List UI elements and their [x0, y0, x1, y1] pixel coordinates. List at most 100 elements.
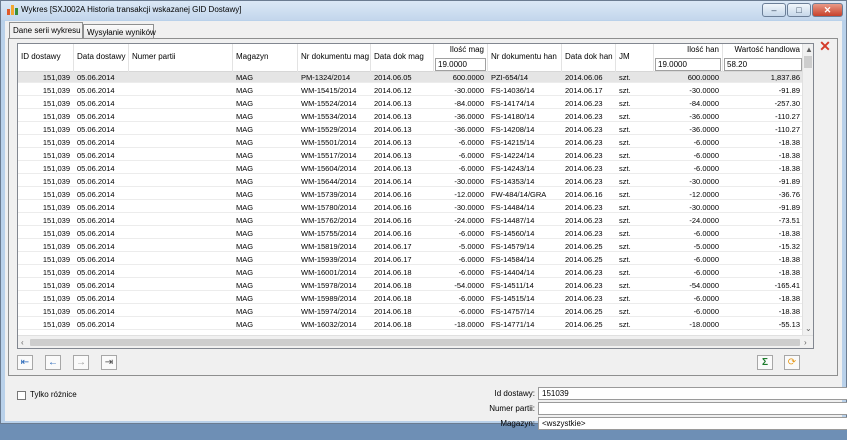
only-differences-checkbox[interactable]	[17, 391, 26, 400]
data-grid[interactable]: ID dostawy Data dostawy Numer partii Magazy…	[17, 43, 814, 349]
tab-send-results[interactable]: Wysyłanie wyników	[83, 24, 156, 39]
cell-mag-doc-date: 2014.06.17	[374, 242, 412, 251]
column-label: Ilość mag	[449, 45, 484, 54]
column-header-mag-quantity[interactable]: Ilość mag 19.0000	[434, 44, 488, 72]
table-row[interactable]: 151,039 05.06.2014 MAG WM-15780/2014 2014.06…	[18, 202, 813, 213]
table-row[interactable]: 151,039 05.06.2014 MAG PM-1324/2014 2014.06.…	[18, 72, 813, 83]
next-icon[interactable]: →	[73, 355, 89, 370]
scroll-up-icon[interactable]: ▲	[805, 44, 813, 55]
table-row[interactable]: 151,039 05.06.2014 MAG WM-15501/2014 2014.06…	[18, 137, 813, 148]
cell-trade-value: -91.89	[778, 86, 800, 95]
horizontal-scrollbar[interactable]: ‹ ›	[18, 335, 813, 348]
title-bar: Wykres [SXJ002A Historia transakcji wska…	[1, 1, 846, 20]
table-row[interactable]: 151,039 05.06.2014 MAG WM-15517/2014 2014.06…	[18, 150, 813, 161]
cell-mag-doc-date: 2014.06.16	[374, 216, 412, 225]
column-header-han-quantity[interactable]: Ilość han 19.0000	[654, 44, 723, 72]
horizontal-scroll-thumb[interactable]	[30, 339, 800, 346]
tab-series-data[interactable]: Dane serii wykresu	[9, 22, 83, 39]
sum-icon[interactable]: Σ	[757, 355, 773, 370]
cell-mag-quantity: -30.0000	[454, 203, 484, 212]
column-header-han-doc-number[interactable]: Nr dokumentu han	[488, 44, 562, 72]
table-row[interactable]: 151,039 05.06.2014 MAG WM-15819/2014 2014.06…	[18, 241, 813, 252]
table-row[interactable]: 151,039 05.06.2014 MAG WM-15978/2014 2014.06…	[18, 280, 813, 291]
column-label: Nr dokumentu mag	[301, 52, 370, 61]
delivery-id-label: Id dostawy:	[494, 389, 535, 398]
table-row[interactable]: 151,039 05.06.2014 MAG WM-15529/2014 2014.06…	[18, 124, 813, 135]
vertical-scroll-thumb[interactable]	[804, 56, 812, 68]
table-row[interactable]: 151,039 05.06.2014 MAG WM-15755/2014 2014.06…	[18, 228, 813, 239]
scroll-down-icon[interactable]: ⌄	[805, 323, 812, 334]
last-icon[interactable]: ⇥	[101, 355, 117, 370]
cell-warehouse: MAG	[236, 255, 254, 264]
table-row[interactable]: 151,039 05.06.2014 MAG WM-15534/2014 2014.06…	[18, 111, 813, 122]
table-row[interactable]: 151,039 05.06.2014 MAG WM-15604/2014 2014.06…	[18, 163, 813, 174]
table-row[interactable]: 151,039 05.06.2014 MAG WM-15739/2014 2014.06…	[18, 189, 813, 200]
chart-icon	[7, 5, 18, 15]
cell-batch-number	[132, 189, 233, 200]
column-header-mag-doc-date[interactable]: Data dok mag	[371, 44, 434, 72]
prev-icon[interactable]: ←	[45, 355, 61, 370]
cell-unit: szt.	[619, 73, 631, 82]
cell-mag-doc-number: WM-16001/2014	[301, 268, 357, 277]
column-header-unit[interactable]: JM	[616, 44, 654, 72]
table-row[interactable]: 151,039 05.06.2014 MAG WM-15524/2014 2014.06…	[18, 98, 813, 109]
cell-mag-doc-number: WM-15974/2014	[301, 307, 357, 316]
column-header-trade-value[interactable]: Wartość handlowa 58.20	[723, 44, 804, 72]
column-header-warehouse[interactable]: Magazyn	[233, 44, 298, 72]
cell-delivery-id: 151,039	[42, 190, 70, 199]
column-filter-mag-quantity[interactable]: 19.0000	[435, 58, 486, 71]
refresh-icon[interactable]: ⟳	[784, 355, 800, 370]
column-header-han-doc-date[interactable]: Data dok han	[562, 44, 616, 72]
cell-delivery-date: 05.06.2014	[77, 86, 115, 95]
cell-delivery-date: 05.06.2014	[77, 294, 115, 303]
cell-delivery-id: 151,039	[42, 294, 70, 303]
cell-trade-value: -18.38	[778, 138, 800, 147]
cell-batch-number	[132, 163, 233, 174]
table-row[interactable]: 151,039 05.06.2014 MAG WM-15762/2014 2014.06…	[18, 215, 813, 226]
batch-number-field[interactable]	[538, 402, 847, 415]
table-row[interactable]: 151,039 05.06.2014 MAG WM-15989/2014 2014.06…	[18, 293, 813, 304]
grid-header: ID dostawy Data dostawy Numer partii Magazy…	[18, 44, 813, 72]
table-row[interactable]: 151,039 05.06.2014 MAG WM-15415/2014 2014.06…	[18, 85, 813, 96]
cell-delivery-date: 05.06.2014	[77, 138, 115, 147]
cell-batch-number	[132, 72, 233, 83]
cell-batch-number	[132, 150, 233, 161]
table-row[interactable]: 151,039 05.06.2014 MAG WM-16032/2014 2014.06…	[18, 319, 813, 330]
cell-han-quantity: -36.0000	[689, 112, 719, 121]
cell-batch-number	[132, 241, 233, 252]
first-icon[interactable]: ⇤	[17, 355, 33, 370]
cell-delivery-id: 151,039	[42, 138, 70, 147]
minimize-button[interactable]: –	[762, 3, 786, 17]
cell-mag-quantity: -5.0000	[458, 242, 484, 251]
cell-warehouse: MAG	[236, 151, 254, 160]
vertical-scrollbar[interactable]: ▲ ⌄	[802, 44, 813, 336]
scroll-right-icon[interactable]: ›	[804, 337, 807, 348]
column-header-delivery-date[interactable]: Data dostawy	[74, 44, 129, 72]
cell-delivery-id: 151,039	[42, 268, 70, 277]
cell-han-doc-number: FS-14487/14	[491, 216, 535, 225]
maximize-button[interactable]: □	[787, 3, 811, 17]
delivery-id-field[interactable]: 151039	[538, 387, 847, 400]
table-row[interactable]: 151,039 05.06.2014 MAG WM-15644/2014 2014.06…	[18, 176, 813, 187]
table-row[interactable]: 151,039 05.06.2014 MAG WM-16001/2014 2014.06…	[18, 267, 813, 278]
table-row[interactable]: 151,039 05.06.2014 MAG WM-15939/2014 2014.06…	[18, 254, 813, 265]
column-header-batch-number[interactable]: Numer partii	[129, 44, 233, 72]
column-label: Data dostawy	[77, 52, 126, 61]
cell-warehouse: MAG	[236, 112, 254, 121]
cell-han-doc-number: FS-14180/14	[491, 112, 535, 121]
cell-unit: szt.	[619, 242, 631, 251]
column-filter-han-quantity[interactable]: 19.0000	[655, 58, 721, 71]
close-icon[interactable]: ✕	[817, 39, 833, 54]
table-row[interactable]: 151,039 05.06.2014 MAG WM-15974/2014 2014.06…	[18, 306, 813, 317]
column-filter-trade-value[interactable]: 58.20	[724, 58, 802, 71]
column-header-mag-doc-number[interactable]: Nr dokumentu mag	[298, 44, 371, 72]
batch-number-label: Numer partii:	[489, 404, 535, 413]
cell-mag-doc-date: 2014.06.05	[374, 73, 412, 82]
column-header-delivery-id[interactable]: ID dostawy	[18, 44, 74, 72]
cell-delivery-id: 151,039	[42, 99, 70, 108]
scroll-left-icon[interactable]: ‹	[21, 337, 24, 348]
cell-mag-doc-number: WM-15939/2014	[301, 255, 357, 264]
cell-mag-quantity: -6.0000	[458, 255, 484, 264]
cell-delivery-id: 151,039	[42, 203, 70, 212]
close-window-button[interactable]: ✕	[812, 3, 843, 17]
